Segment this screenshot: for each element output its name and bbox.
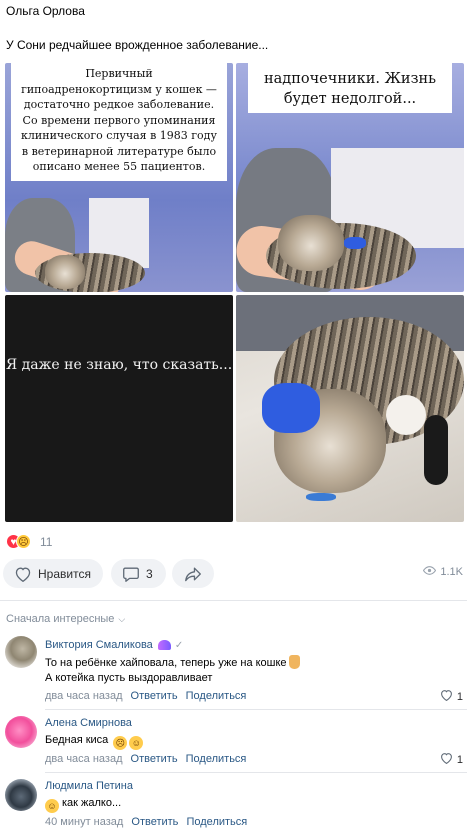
share-button[interactable]: [172, 559, 214, 588]
photo-1-caption: Первичный гипоадренокортицизм у кошек — …: [11, 63, 227, 181]
reply-link[interactable]: Ответить: [131, 816, 178, 828]
chevron-down-icon: ⌵: [118, 613, 126, 624]
post-divider: [0, 600, 467, 601]
photo-iv-line: [306, 493, 336, 501]
photo-cat-face: [45, 255, 85, 289]
heart-outline-icon: [440, 752, 457, 767]
comment-author-name: Алена Смирнова: [45, 717, 132, 729]
comment-like-count: 1: [456, 753, 463, 766]
comment-like-button[interactable]: 1: [440, 752, 463, 767]
comment-text: ☺ как жалко...: [45, 796, 121, 813]
comment-author[interactable]: Людмила Петина: [45, 780, 133, 792]
comment-button[interactable]: 3: [111, 559, 166, 588]
post-photo-1[interactable]: Первичный гипоадренокортицизм у кошек — …: [5, 63, 233, 292]
comment-text-line: А котейка пусть выздоравливает: [45, 672, 213, 684]
hand-emoji-icon: [288, 655, 300, 669]
post-photo-4[interactable]: [236, 295, 464, 522]
comment-author[interactable]: Виктория Смаликова ✓: [45, 639, 183, 651]
share-link[interactable]: Поделиться: [186, 816, 247, 828]
photo-2-caption: надпочечники. Жизнь будет недолгой...: [248, 63, 452, 113]
photo-cat-paw: [386, 395, 426, 435]
comment-bubble-icon: [122, 566, 140, 582]
share-link[interactable]: Поделиться: [186, 753, 247, 765]
cap-emoji-icon: [157, 640, 171, 650]
teary-face-emoji-icon: ☹: [113, 736, 128, 750]
photo-bandage: [344, 237, 366, 249]
comment-meta: 40 минут назад Ответить Поделиться: [45, 816, 252, 828]
comment-time: два часа назад: [45, 690, 123, 702]
commenter-avatar[interactable]: [5, 779, 37, 811]
comment-text-line: Бедная киса: [45, 734, 109, 746]
comment-time: 40 минут назад: [45, 816, 124, 828]
checkmark-icon: ✓: [174, 639, 184, 651]
comment-text: Бедная киса ☹ ☺: [45, 733, 144, 750]
like-label: Нравится: [38, 566, 91, 581]
eye-icon: [423, 566, 440, 578]
comment-author-name: Виктория Смаликова: [45, 639, 153, 651]
commenter-avatar[interactable]: [5, 636, 37, 668]
reply-link[interactable]: Ответить: [131, 753, 178, 765]
comment-like-count: 1: [456, 690, 463, 703]
comment-time: два часа назад: [45, 753, 123, 765]
grinning-face-emoji-icon: ☺: [45, 799, 59, 813]
comment-text-line: То на ребёнке хайповала, теперь уже на к…: [45, 657, 287, 669]
post-text: У Сони редчайшее врожденное заболевание.…: [6, 38, 269, 52]
comment-author-name: Людмила Петина: [45, 780, 133, 792]
share-link[interactable]: Поделиться: [186, 690, 247, 702]
photo-bandage: [262, 383, 320, 433]
post-author[interactable]: Ольга Орлова: [6, 4, 85, 18]
crying-face-reaction-icon: ☹: [16, 534, 31, 549]
comment-text: То на ребёнке хайповала, теперь уже на к…: [45, 655, 300, 686]
views-count: 1.1K: [440, 566, 463, 578]
reactions-count[interactable]: 11: [40, 535, 52, 549]
comment-divider: [45, 772, 467, 773]
comment-meta: два часа назад Ответить Поделиться: [45, 690, 251, 702]
photo-cat-face: [278, 215, 344, 271]
comment-meta: два часа назад Ответить Поделиться: [45, 753, 251, 765]
photo-3-caption: Я даже не знаю, что сказать...: [5, 357, 233, 373]
like-button[interactable]: Нравится: [3, 559, 103, 588]
comment-like-button[interactable]: 1: [440, 689, 463, 704]
heart-outline-icon: [14, 566, 32, 582]
comment-text-line: как жалко...: [62, 797, 122, 809]
comment-divider: [45, 709, 467, 710]
reply-link[interactable]: Ответить: [131, 690, 178, 702]
comment-author[interactable]: Алена Смирнова: [45, 717, 132, 729]
heart-outline-icon: [440, 689, 457, 704]
comments-sort-dropdown[interactable]: Сначала интересные ⌵: [6, 613, 125, 625]
post-photo-3[interactable]: Я даже не знаю, что сказать...: [5, 295, 233, 522]
sort-label: Сначала интересные: [6, 613, 115, 625]
commenter-avatar[interactable]: [5, 716, 37, 748]
photo-cat-leg: [424, 415, 448, 485]
share-arrow-icon: [184, 566, 202, 582]
grinning-face-emoji-icon: ☺: [129, 736, 144, 750]
post-photo-2[interactable]: надпочечники. Жизнь будет недолгой...: [236, 63, 464, 292]
views-counter: 1.1K: [423, 566, 463, 578]
comment-count: 3: [146, 566, 153, 581]
reactions-summary[interactable]: ♥ ☹: [6, 534, 40, 550]
